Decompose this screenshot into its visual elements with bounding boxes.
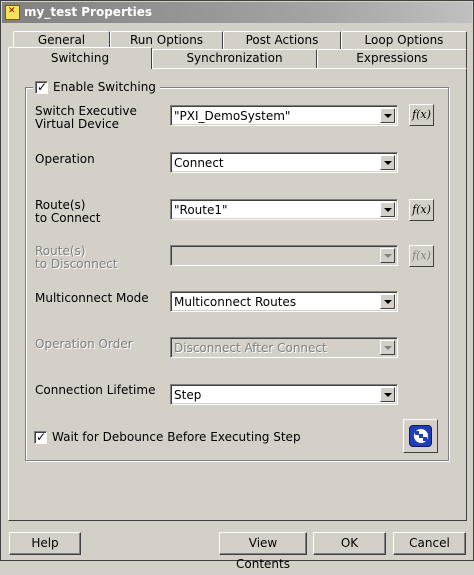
connection-lifetime-value: Step (174, 388, 202, 402)
chevron-down-icon[interactable] (380, 202, 395, 217)
operation-combo[interactable]: Connect (170, 152, 398, 173)
tab-loop-options[interactable]: Loop Options (341, 31, 467, 50)
routes-to-connect-combo[interactable]: "Route1" (170, 199, 398, 220)
multiconnect-mode-combo[interactable]: Multiconnect Routes (170, 291, 398, 312)
tab-post-actions[interactable]: Post Actions (223, 31, 341, 50)
routes-to-disconnect-label: Route(s) to Disconnect (35, 244, 118, 271)
debounce-label: Wait for Debounce Before Executing Step (52, 430, 301, 444)
virtual-device-label: Switch Executive Virtual Device (35, 104, 137, 131)
operation-order-combo: Disconnect After Connect (170, 337, 398, 358)
virtual-device-expression-button[interactable]: f(x) (409, 104, 434, 126)
chevron-down-icon[interactable] (380, 155, 395, 170)
cancel-button[interactable]: Cancel (393, 532, 466, 555)
operation-order-label: Operation Order (35, 337, 133, 351)
enable-switching-checkbox[interactable]: ✓ Enable Switching (33, 79, 160, 95)
enable-switching-check[interactable]: ✓ (35, 80, 48, 94)
title-bar[interactable]: ✕ my_test Properties (2, 2, 472, 23)
tab-expressions[interactable]: Expressions (317, 49, 467, 68)
operation-label: Operation (35, 152, 95, 166)
properties-window: ✕ my_test Properties General Run Options… (0, 0, 474, 571)
chevron-down-icon[interactable] (380, 108, 395, 123)
connection-lifetime-combo[interactable]: Step (170, 384, 398, 405)
debounce-checkbox[interactable]: ✓ Wait for Debounce Before Executing Ste… (34, 430, 301, 444)
routes-to-connect-expression-button[interactable]: f(x) (409, 199, 434, 221)
operation-value: Connect (174, 156, 224, 170)
routes-to-connect-label: Route(s) to Connect (35, 198, 101, 225)
chevron-down-icon (380, 248, 395, 263)
app-icon: ✕ (5, 5, 20, 20)
debounce-check[interactable]: ✓ (34, 430, 47, 444)
tab-synchronization[interactable]: Synchronization (152, 49, 317, 68)
multiconnect-mode-value: Multiconnect Routes (174, 295, 297, 309)
virtual-device-value: "PXI_DemoSystem" (174, 109, 291, 123)
ok-button[interactable]: OK (313, 532, 386, 555)
view-contents-button[interactable]: View Contents (219, 532, 307, 571)
multiconnect-mode-label: Multiconnect Mode (35, 291, 149, 305)
help-button[interactable]: Help (9, 532, 81, 555)
chevron-down-icon[interactable] (380, 387, 395, 402)
virtual-device-combo[interactable]: "PXI_DemoSystem" (170, 105, 398, 126)
routes-to-connect-value: "Route1" (174, 203, 228, 217)
tab-switching[interactable]: Switching (8, 47, 152, 69)
switch-executive-icon (409, 425, 432, 447)
routes-to-disconnect-expression-button: f(x) (409, 245, 434, 267)
chevron-down-icon (380, 340, 395, 355)
operation-order-value: Disconnect After Connect (174, 341, 327, 355)
routes-to-disconnect-combo (170, 245, 398, 266)
switch-wizard-button[interactable] (403, 419, 438, 453)
connection-lifetime-label: Connection Lifetime (35, 383, 156, 397)
chevron-down-icon[interactable] (380, 294, 395, 309)
enable-switching-label: Enable Switching (53, 80, 156, 94)
window-title: my_test Properties (24, 5, 152, 19)
